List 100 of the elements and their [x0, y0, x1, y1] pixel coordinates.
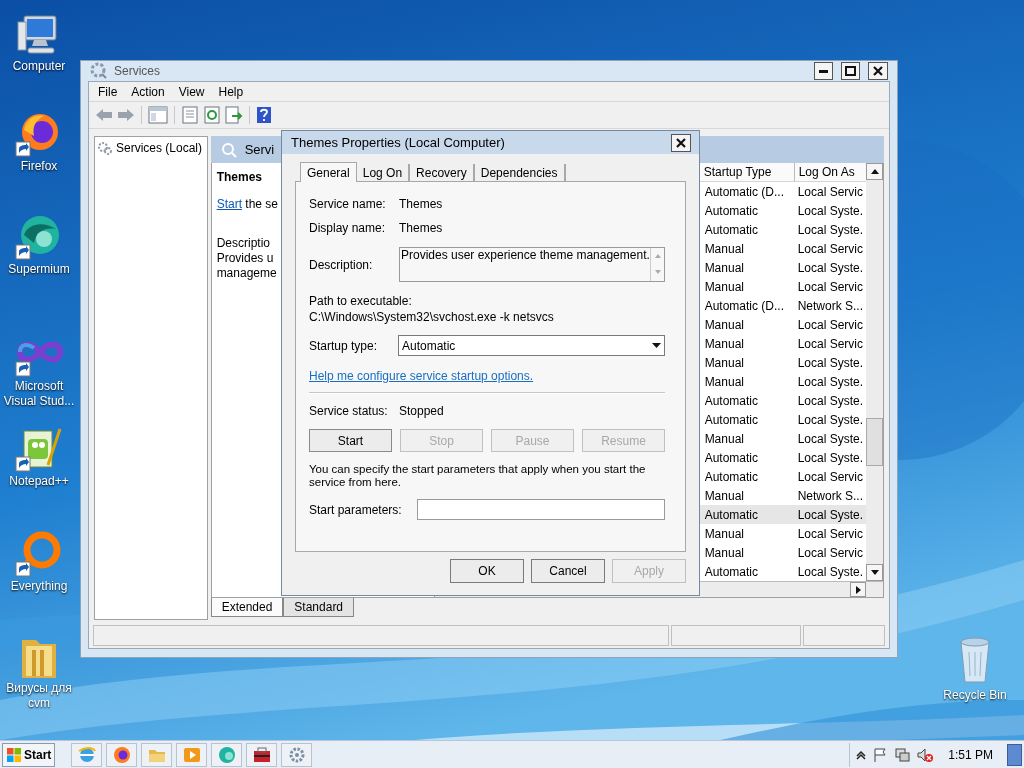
dialog-tab[interactable]: General	[300, 162, 357, 182]
windows-flag-icon	[6, 746, 22, 763]
service-title: Themes	[216, 169, 262, 184]
maximize-button[interactable]	[841, 62, 860, 80]
search-icon	[220, 141, 237, 158]
table-cell-text: Automatic	[703, 563, 759, 581]
view-tab[interactable]: Standard	[283, 598, 355, 617]
right-arrow-icon	[855, 585, 861, 594]
field-label: Startup type:	[309, 337, 379, 355]
chevron-up-icon[interactable]	[856, 749, 867, 760]
desktop-icon-label[interactable]: Everything	[1, 579, 77, 594]
path-value: C:\Windows\System32\svchost.exe -k netsvcs	[309, 309, 555, 325]
speaker-muted-icon[interactable]	[916, 746, 935, 763]
caret-icon	[652, 343, 661, 348]
desktop-icon-label[interactable]: Firefox	[1, 159, 77, 174]
table-cell-text: Local Syste.	[796, 563, 864, 581]
table-cell-text: Automatic	[703, 506, 759, 524]
desktop-icon-label[interactable]: Notepad++	[1, 474, 77, 489]
menu-item[interactable]: View	[171, 82, 212, 101]
table-cell-text: Manual	[703, 354, 745, 372]
help-link[interactable]: Help me configure service startup options.	[309, 368, 665, 384]
field-label: Description:	[309, 256, 374, 274]
table-cell-text: Manual	[703, 259, 745, 277]
view-tab[interactable]: Extended	[210, 598, 284, 617]
table-cell-text: Network S...	[796, 297, 864, 315]
desktop-icon-label[interactable]: Computer	[1, 59, 77, 74]
desktop-icon-label[interactable]: Microsoft Visual Stud...	[1, 379, 77, 409]
table-cell-text: Manual	[703, 373, 745, 391]
table-cell-text: Local Syste.	[796, 430, 864, 448]
desktop-icon-label[interactable]: Supermium	[1, 262, 77, 277]
table-cell-text: Local Syste.	[796, 506, 864, 524]
table-cell-text: Manual	[703, 278, 745, 296]
description-text: manageme	[216, 266, 277, 281]
close-icon	[873, 66, 883, 76]
startup-type-dropdown[interactable]: Automatic	[398, 335, 665, 356]
fox-icon[interactable]	[111, 744, 132, 765]
menu-item[interactable]: Help	[211, 82, 251, 101]
table-cell-text: Local Servic	[796, 468, 864, 486]
field-label: Path to executable:	[309, 294, 413, 309]
close-button[interactable]	[868, 62, 888, 80]
table-cell-text: Automatic (D...	[703, 297, 785, 315]
maximize-icon	[845, 66, 856, 76]
up-arrow-icon	[870, 169, 879, 174]
table-cell-text: Local Syste.	[796, 202, 864, 220]
start-button[interactable]: Start	[2, 742, 56, 767]
window-title: Services	[114, 63, 160, 80]
gears-icon	[97, 140, 113, 156]
table-cell-text: Local Syste.	[796, 259, 864, 277]
table-cell-text: Manual	[703, 430, 745, 448]
close-icon	[676, 137, 686, 148]
dialog-title: Themes Properties (Local Computer)	[291, 133, 506, 152]
network-icon[interactable]	[894, 746, 911, 763]
toolbox-icon[interactable]	[251, 744, 272, 765]
start-parameters-field[interactable]	[417, 499, 665, 520]
pane-title: Servi	[244, 140, 275, 159]
show-desktop-button[interactable]	[1007, 743, 1022, 766]
field-label: Start parameters:	[309, 501, 403, 519]
dialog-button[interactable]: Cancel	[531, 559, 605, 583]
table-cell-text: Local Servic	[796, 335, 864, 353]
clock[interactable]: 1:51 PM	[940, 745, 1001, 764]
table-cell-text: Local Servic	[796, 240, 864, 258]
tree-item[interactable]: Services (Local)	[97, 139, 205, 157]
table-cell-text: Automatic	[703, 449, 759, 467]
globe-icon[interactable]	[76, 744, 97, 765]
vertical-scrollbar[interactable]	[866, 163, 883, 581]
refresh-icon[interactable]	[203, 106, 221, 124]
field-value: Themes	[399, 220, 443, 237]
flag-icon[interactable]	[872, 746, 889, 763]
start-link[interactable]: Start	[216, 197, 242, 211]
table-cell-text: Local Syste.	[796, 373, 864, 391]
close-button[interactable]	[671, 133, 691, 152]
table-cell-text: Manual	[703, 240, 745, 258]
table-cell-text: Network S...	[796, 487, 864, 505]
table-cell-text: Manual	[703, 487, 745, 505]
scroll-thumb[interactable]	[866, 418, 883, 466]
help-icon[interactable]	[256, 106, 272, 124]
minimize-icon	[819, 69, 828, 73]
table-cell-text: Local Syste.	[796, 411, 864, 429]
table-cell-text: Local Servic	[796, 183, 864, 201]
export-icon[interactable]	[225, 106, 243, 124]
dialog-button[interactable]: OK	[450, 559, 524, 583]
table-cell-text: Local Syste.	[796, 449, 864, 467]
menu-item[interactable]: Action	[124, 82, 172, 101]
table-cell-text: Automatic	[703, 468, 759, 486]
table-cell-text: Manual	[703, 335, 745, 353]
minimize-button[interactable]	[814, 62, 833, 80]
table-cell-text: Local Servic	[796, 278, 864, 296]
table-cell-text: Automatic (D...	[703, 183, 785, 201]
description-text: Provides u	[216, 251, 274, 266]
table-cell-text: Local Servic	[796, 316, 864, 334]
table-cell-text: Automatic	[703, 202, 759, 220]
service-control-button[interactable]: Start	[309, 429, 392, 452]
table-cell-text: Local Syste.	[796, 392, 864, 410]
table-cell-text: Manual	[703, 316, 745, 334]
menu-item[interactable]: File	[91, 82, 125, 101]
field-value: Stopped	[399, 403, 444, 420]
table-cell-text: Local Syste.	[796, 354, 864, 372]
column-header[interactable]: Log On As	[794, 163, 866, 181]
table-cell-text: Automatic	[703, 221, 759, 239]
table-cell-text: Local Servic	[796, 544, 864, 562]
